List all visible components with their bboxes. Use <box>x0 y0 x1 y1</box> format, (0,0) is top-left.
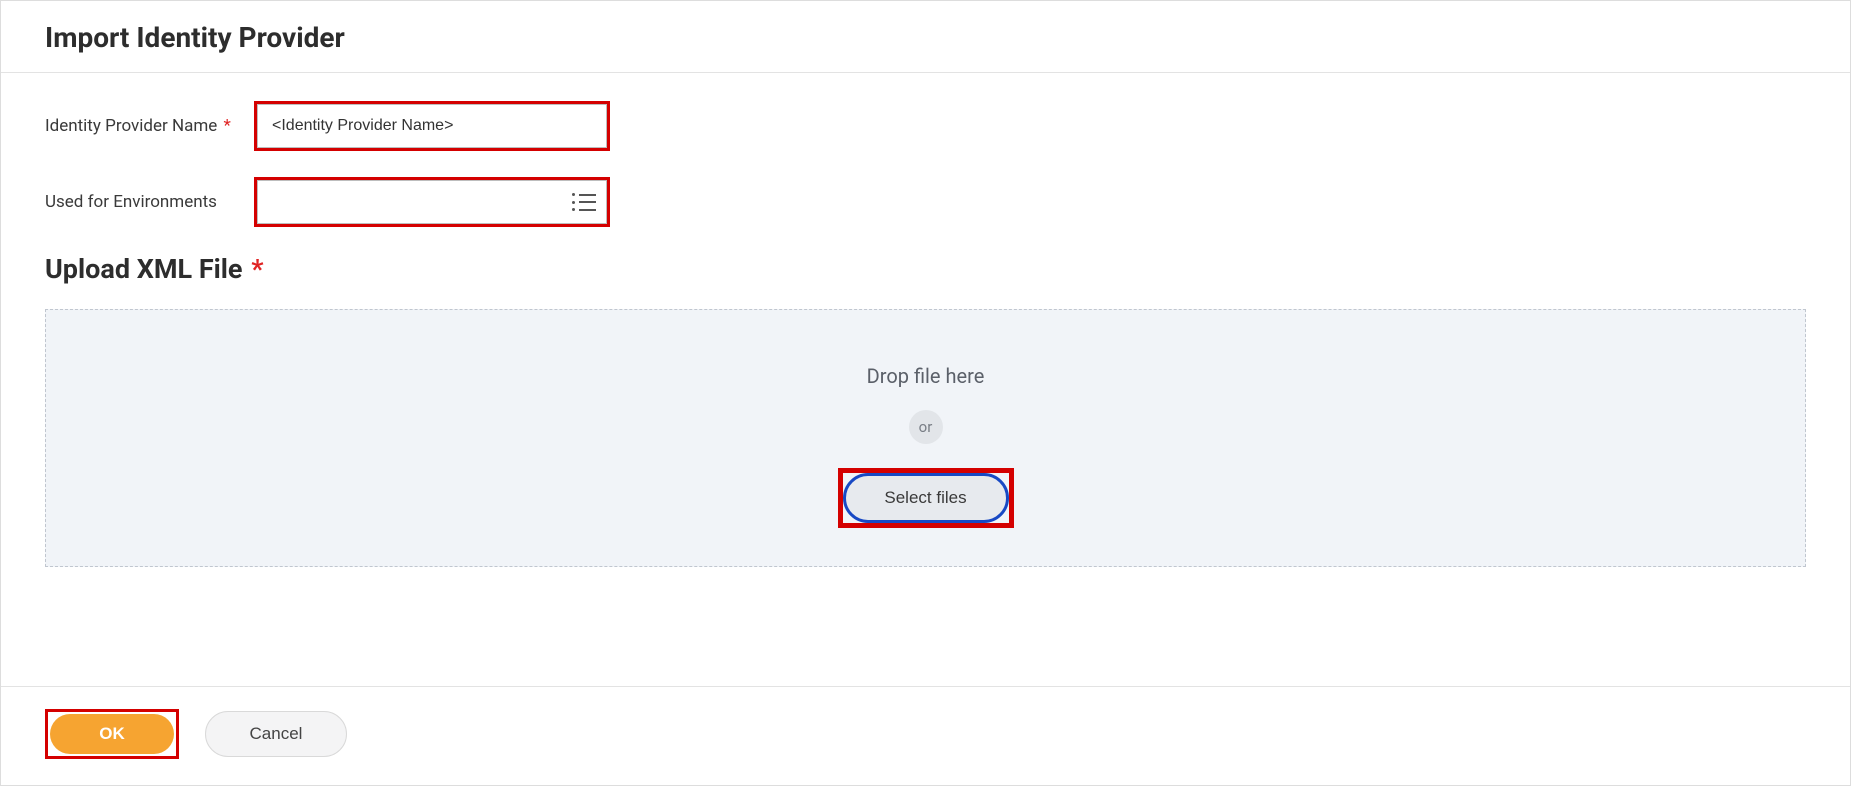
label-text: Identity Provider Name <box>45 116 217 136</box>
required-asterisk: * <box>224 116 231 136</box>
highlight-ok-button: OK <box>45 709 179 759</box>
select-files-button[interactable]: Select files <box>843 473 1009 523</box>
highlight-select-files: Select files <box>838 468 1014 528</box>
upload-xml-section-title: Upload XML File * <box>45 253 1806 285</box>
dialog-footer: OK Cancel <box>1 686 1850 785</box>
highlight-used-for-environments <box>254 177 610 227</box>
list-picker-icon <box>572 193 596 211</box>
page-title: Import Identity Provider <box>45 21 1806 54</box>
used-for-environments-picker[interactable] <box>257 180 607 224</box>
highlight-identity-provider-name <box>254 101 610 151</box>
dialog-header: Import Identity Provider <box>1 1 1850 73</box>
ok-button-label: OK <box>99 724 125 743</box>
required-asterisk: * <box>251 253 263 285</box>
select-files-label: Select files <box>884 488 966 508</box>
label-used-for-environments: Used for Environments <box>45 192 254 212</box>
label-identity-provider-name: Identity Provider Name * <box>45 116 254 136</box>
dropzone-or-separator: or <box>909 410 943 444</box>
section-title-text: Upload XML File <box>45 253 243 285</box>
dialog-content: Identity Provider Name * Used for Enviro… <box>1 73 1850 567</box>
ok-button[interactable]: OK <box>50 714 174 754</box>
row-used-for-environments: Used for Environments <box>45 177 1806 227</box>
identity-provider-name-input[interactable] <box>257 104 607 148</box>
upload-dropzone[interactable]: Drop file here or Select files <box>45 309 1806 567</box>
cancel-button[interactable]: Cancel <box>205 711 347 757</box>
dropzone-instruction: Drop file here <box>867 364 985 388</box>
cancel-button-label: Cancel <box>250 724 303 743</box>
row-identity-provider-name: Identity Provider Name * <box>45 101 1806 151</box>
label-text: Used for Environments <box>45 192 217 212</box>
